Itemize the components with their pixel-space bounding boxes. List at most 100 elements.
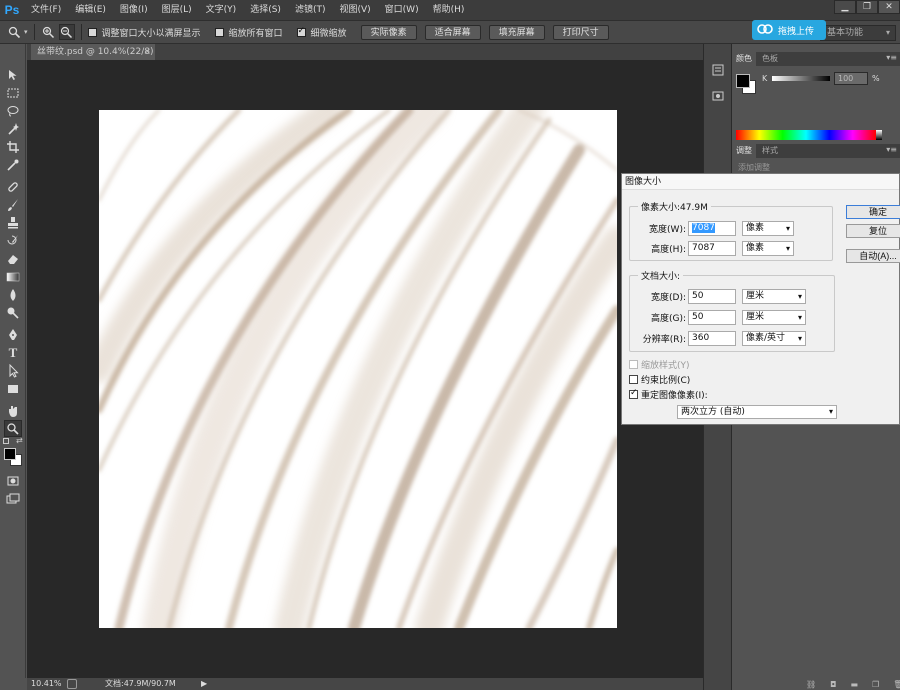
doc-height-unit-select[interactable]: 厘米 ▾ xyxy=(742,310,806,325)
menu-layer[interactable]: 图层(L) xyxy=(155,0,199,20)
pen-tool-icon[interactable] xyxy=(4,326,22,343)
resize-windows-checkbox[interactable]: 调整窗口大小以满屏显示 xyxy=(87,26,201,39)
checkbox-box[interactable] xyxy=(629,359,638,369)
pixel-height-input[interactable]: 7087 xyxy=(688,241,736,256)
panel-foreground-swatch[interactable] xyxy=(736,74,750,88)
menu-type[interactable]: 文字(Y) xyxy=(199,0,244,20)
pixel-width-unit-select[interactable]: 像素 ▾ xyxy=(742,221,794,236)
menu-window[interactable]: 窗口(W) xyxy=(378,0,426,20)
resample-method-select[interactable]: 两次立方 (自动) ▾ xyxy=(677,405,837,419)
document-tab[interactable]: 丝带纹.psd @ 10.4%(22/8) × xyxy=(31,44,155,60)
tab-styles[interactable]: 样式 xyxy=(758,144,782,158)
document-tab-label: 丝带纹.psd @ 10.4%(22/8) xyxy=(37,47,154,57)
brush-tool-icon[interactable] xyxy=(4,196,22,213)
zoom-out-icon[interactable] xyxy=(58,24,75,40)
close-window-button[interactable]: ✕ xyxy=(878,0,900,14)
checkbox-box[interactable] xyxy=(629,374,638,384)
blur-tool-icon[interactable] xyxy=(4,286,22,303)
menu-file[interactable]: 文件(F) xyxy=(24,0,68,20)
lasso-tool-icon[interactable] xyxy=(4,102,22,119)
workspace-select[interactable]: 基本功能 ▾ xyxy=(820,25,896,41)
resolution-unit-select[interactable]: 像素/英寸 ▾ xyxy=(742,331,806,346)
resolution-input[interactable]: 360 xyxy=(688,331,736,346)
drag-upload-button[interactable]: 拖拽上传 xyxy=(752,20,826,40)
path-selection-tool-icon[interactable] xyxy=(4,362,22,379)
mask-icon[interactable]: ◘ xyxy=(830,680,836,689)
rectangle-tool-icon[interactable] xyxy=(4,380,22,397)
actual-pixels-button[interactable]: 实际像素 xyxy=(360,24,417,40)
print-size-button[interactable]: 打印尺寸 xyxy=(552,24,609,40)
eraser-tool-icon[interactable] xyxy=(4,250,22,267)
ok-button[interactable]: 确定 xyxy=(846,205,900,219)
tool-preset-dropdown-icon[interactable]: ▾ xyxy=(24,28,28,36)
panel-menu-icon[interactable]: ▾≡ xyxy=(886,53,897,62)
trash-icon[interactable]: 🗑 xyxy=(893,680,900,689)
status-menu-arrow-icon[interactable]: ▶ xyxy=(201,678,207,690)
default-colors-icon[interactable] xyxy=(3,438,9,444)
folder-icon[interactable]: ▬ xyxy=(850,680,858,689)
tab-swatches[interactable]: 色板 xyxy=(758,52,782,66)
resample-image-checkbox[interactable]: 重定图像像素(I): xyxy=(629,388,708,401)
scrubby-zoom-checkbox[interactable]: 细微缩放 xyxy=(296,26,347,39)
minimize-button[interactable]: ▁ xyxy=(834,0,856,14)
document-info-icon[interactable] xyxy=(67,679,77,689)
checkbox-box[interactable] xyxy=(629,388,638,399)
history-panel-icon[interactable] xyxy=(709,62,727,78)
link-icon[interactable]: ⛓ xyxy=(806,680,816,689)
close-document-icon[interactable]: × xyxy=(143,44,151,60)
k-channel-slider[interactable] xyxy=(772,76,830,81)
spot-healing-tool-icon[interactable] xyxy=(4,178,22,195)
crop-tool-icon[interactable] xyxy=(4,138,22,155)
zoom-tool-icon[interactable] xyxy=(6,24,22,40)
swap-colors-icon[interactable]: ⇄ xyxy=(16,436,23,445)
reset-button[interactable]: 复位 xyxy=(846,224,900,238)
menu-edit[interactable]: 编辑(E) xyxy=(68,0,113,20)
hand-tool-icon[interactable] xyxy=(4,402,22,419)
history-brush-tool-icon[interactable] xyxy=(4,232,22,249)
dodge-tool-icon[interactable] xyxy=(4,304,22,321)
fit-screen-button[interactable]: 适合屏幕 xyxy=(424,24,481,40)
clone-stamp-tool-icon[interactable] xyxy=(4,214,22,231)
quick-mask-icon[interactable] xyxy=(4,472,22,489)
tab-color[interactable]: 颜色 xyxy=(732,52,756,66)
foreground-color-swatch[interactable] xyxy=(4,448,16,460)
menu-view[interactable]: 视图(V) xyxy=(332,0,377,20)
zoom-in-icon[interactable] xyxy=(41,24,57,40)
auto-button[interactable]: 自动(A)... xyxy=(846,249,900,263)
k-channel-input[interactable]: 100 xyxy=(834,72,868,85)
type-tool-icon[interactable]: T xyxy=(4,344,22,361)
gradient-tool-icon[interactable] xyxy=(4,268,22,285)
black-white-ramp[interactable] xyxy=(876,130,882,140)
menu-image[interactable]: 图像(I) xyxy=(113,0,155,20)
checkbox-box[interactable] xyxy=(87,27,97,37)
properties-panel-icon[interactable] xyxy=(709,88,727,104)
doc-height-input[interactable]: 50 xyxy=(688,310,736,325)
tab-adjustments[interactable]: 调整 xyxy=(732,144,756,158)
eyedropper-tool-icon[interactable] xyxy=(4,156,22,173)
menu-help[interactable]: 帮助(H) xyxy=(426,0,472,20)
panel-menu-icon[interactable]: ▾≡ xyxy=(886,145,897,154)
doc-width-input[interactable]: 50 xyxy=(688,289,736,304)
checkbox-box[interactable] xyxy=(214,27,224,37)
zoom-percentage[interactable]: 10.41% xyxy=(31,678,62,690)
maximize-button[interactable]: ❐ xyxy=(856,0,878,14)
zoom-all-windows-checkbox[interactable]: 缩放所有窗口 xyxy=(214,26,283,39)
magic-wand-tool-icon[interactable] xyxy=(4,120,22,137)
doc-width-unit-select[interactable]: 厘米 ▾ xyxy=(742,289,806,304)
menu-filter[interactable]: 滤镜(T) xyxy=(288,0,333,20)
color-spectrum-ramp[interactable] xyxy=(736,130,876,140)
fill-screen-button[interactable]: 填充屏幕 xyxy=(488,24,545,40)
scrubby-zoom-label: 细微缩放 xyxy=(310,28,347,39)
screen-mode-icon[interactable] xyxy=(4,490,22,507)
new-layer-icon[interactable]: ❐ xyxy=(872,680,879,689)
ribbon-artwork-canvas[interactable] xyxy=(99,110,617,628)
checkbox-box[interactable] xyxy=(296,26,306,37)
menu-select[interactable]: 选择(S) xyxy=(243,0,288,20)
move-tool-icon[interactable] xyxy=(4,66,22,83)
marquee-tool-icon[interactable] xyxy=(4,84,22,101)
zoom-tool-active-icon[interactable] xyxy=(4,420,22,437)
constrain-proportions-checkbox[interactable]: 约束比例(C) xyxy=(629,373,690,386)
pixel-width-input[interactable]: 7087 xyxy=(688,221,736,236)
scale-styles-checkbox[interactable]: 缩放样式(Y) xyxy=(629,358,690,371)
pixel-height-unit-select[interactable]: 像素 ▾ xyxy=(742,241,794,256)
